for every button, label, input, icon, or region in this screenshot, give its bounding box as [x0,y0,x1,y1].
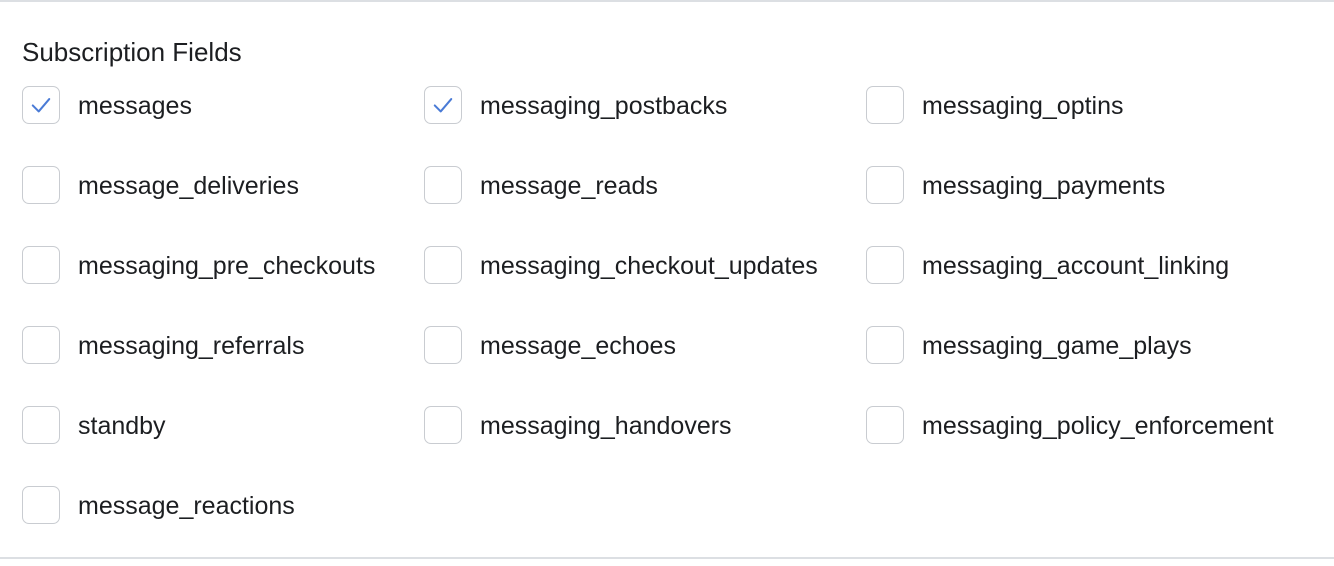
checkbox[interactable] [424,246,462,284]
field-label: messaging_account_linking [922,252,1230,280]
field-label: standby [78,412,166,440]
field-label: messaging_postbacks [480,92,728,120]
field-label: messaging_optins [922,92,1124,120]
checkbox[interactable] [424,406,462,444]
checkbox[interactable] [22,406,60,444]
field-message-reads[interactable]: message_reads [424,166,866,206]
field-label: messaging_referrals [78,332,305,360]
checkbox[interactable] [22,166,60,204]
field-messaging-optins[interactable]: messaging_optins [866,86,1322,126]
field-messaging-pre-checkouts[interactable]: messaging_pre_checkouts [22,246,424,286]
field-standby[interactable]: standby [22,406,424,446]
checkbox[interactable] [22,246,60,284]
field-label: message_echoes [480,332,676,360]
subscription-fields-grid: messages messaging_postbacks messaging_o… [22,86,1322,566]
checkbox[interactable] [866,246,904,284]
bottom-divider [0,557,1334,559]
field-messaging-postbacks[interactable]: messaging_postbacks [424,86,866,126]
field-messaging-policy-enforcement[interactable]: messaging_policy_enforcement [866,406,1322,446]
checkbox[interactable] [866,326,904,364]
field-label: messaging_game_plays [922,332,1192,360]
field-label: message_reads [480,172,658,200]
field-message-deliveries[interactable]: message_deliveries [22,166,424,206]
section-title: Subscription Fields [22,37,242,67]
field-messaging-checkout-updates[interactable]: messaging_checkout_updates [424,246,866,286]
field-messaging-referrals[interactable]: messaging_referrals [22,326,424,366]
field-label: message_deliveries [78,172,299,200]
field-messaging-game-plays[interactable]: messaging_game_plays [866,326,1322,366]
field-label: messaging_policy_enforcement [922,412,1274,440]
checkbox[interactable] [866,86,904,124]
checkbox[interactable] [22,86,60,124]
checkbox[interactable] [424,86,462,124]
field-label: messages [78,92,192,120]
field-messaging-handovers[interactable]: messaging_handovers [424,406,866,446]
checkbox[interactable] [866,406,904,444]
field-messaging-payments[interactable]: messaging_payments [866,166,1322,206]
checkbox[interactable] [22,326,60,364]
checkmark-icon [31,98,51,113]
checkbox[interactable] [424,166,462,204]
field-label: messaging_handovers [480,412,732,440]
top-divider [0,0,1334,2]
field-messages[interactable]: messages [22,86,424,126]
field-label: messaging_payments [922,172,1166,200]
checkmark-icon [433,98,453,113]
checkbox[interactable] [22,486,60,524]
field-messaging-account-linking[interactable]: messaging_account_linking [866,246,1322,286]
field-message-echoes[interactable]: message_echoes [424,326,866,366]
field-label: message_reactions [78,492,295,520]
field-message-reactions[interactable]: message_reactions [22,486,424,526]
checkbox[interactable] [866,166,904,204]
field-label: messaging_checkout_updates [480,252,818,280]
checkbox[interactable] [424,326,462,364]
field-label: messaging_pre_checkouts [78,252,376,280]
